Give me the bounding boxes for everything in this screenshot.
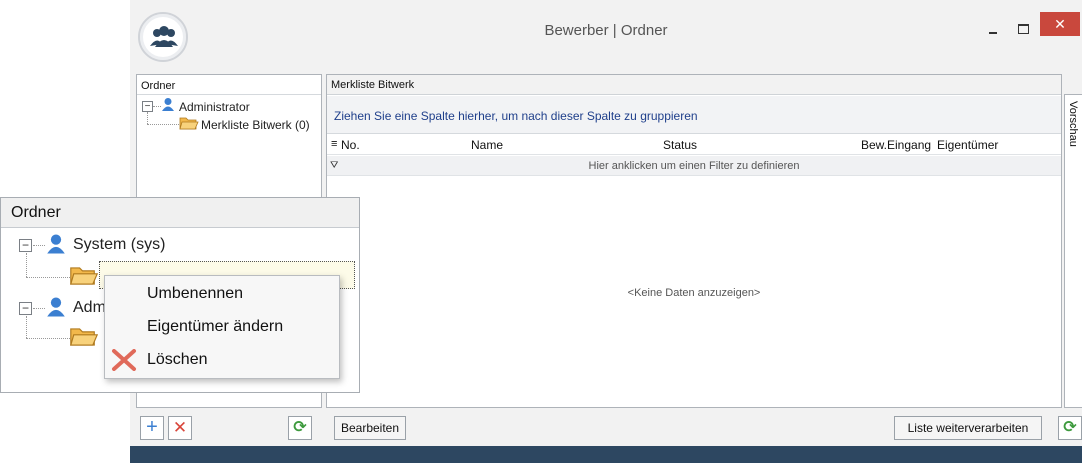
grid-title: Merkliste Bitwerk <box>327 75 1061 95</box>
tree-node-administrator[interactable]: Administrator <box>179 100 250 114</box>
preview-tab[interactable]: Vorschau <box>1064 94 1082 408</box>
user-icon <box>162 98 174 111</box>
tree-connector <box>147 124 179 125</box>
expander-toggle[interactable]: − <box>19 302 32 315</box>
column-header-name[interactable]: Name <box>471 138 503 152</box>
preview-tab-label: Vorschau <box>1067 101 1079 147</box>
maximize-button[interactable] <box>1010 18 1036 38</box>
tree-connector <box>153 106 161 107</box>
context-menu: Umbenennen Eigentümer ändern Löschen <box>104 275 340 379</box>
menu-item-delete[interactable]: Löschen <box>105 345 339 375</box>
menu-item-change-owner[interactable]: Eigentümer ändern <box>105 312 339 342</box>
folder-open-icon <box>179 117 199 130</box>
row-menu-icon[interactable]: ≡ <box>331 138 337 150</box>
status-bar <box>130 446 1082 463</box>
folder-open-icon <box>70 328 99 346</box>
tree-node-system[interactable]: System (sys) <box>73 236 165 254</box>
menu-item-delete-label: Löschen <box>147 351 208 368</box>
expander-toggle[interactable]: − <box>19 239 32 252</box>
zoom-tree-header: Ordner <box>1 198 359 228</box>
tree-node-administrator[interactable]: Adm <box>73 299 106 317</box>
folder-panel-header: Ordner <box>137 75 321 95</box>
process-list-button[interactable]: Liste weiterverarbeiten <box>894 416 1042 440</box>
tree-connector <box>33 308 45 309</box>
delete-folder-button[interactable]: ✕ <box>168 416 192 440</box>
refresh-tree-button[interactable]: ⟳ <box>288 416 312 440</box>
delete-icon <box>112 349 136 371</box>
empty-message: <Keine Daten anzuzeigen> <box>627 287 761 299</box>
tree-connector <box>26 316 27 338</box>
edit-button[interactable]: Bearbeiten <box>334 416 406 440</box>
title-bar[interactable]: Bewerber | Ordner ✕ <box>130 0 1082 66</box>
tree-connector <box>26 338 70 339</box>
tree-connector <box>26 277 70 278</box>
tree-connector <box>147 112 148 124</box>
column-header-status[interactable]: Status <box>663 138 697 152</box>
column-header-eigentuemer[interactable]: Eigentümer <box>937 138 998 152</box>
user-icon <box>47 234 65 254</box>
column-header-row: ≡ No. Name Status Bew.Eingang Eigentümer <box>327 135 1061 155</box>
tree-connector <box>26 253 27 277</box>
column-header-bew-eingang[interactable]: Bew.Eingang <box>861 138 931 152</box>
expander-toggle[interactable]: − <box>142 101 153 112</box>
window-title: Bewerber | Ordner <box>544 22 668 39</box>
user-icon <box>47 297 65 317</box>
data-grid: Merkliste Bitwerk Ziehen Sie eine Spalte… <box>326 74 1062 408</box>
group-panel[interactable]: Ziehen Sie eine Spalte hierher, um nach … <box>327 96 1061 134</box>
filter-icon[interactable]: ⛛ <box>330 156 338 176</box>
filter-hint: Hier anklicken um einen Filter zu defini… <box>588 160 800 172</box>
menu-item-rename[interactable]: Umbenennen <box>105 279 339 309</box>
close-button[interactable]: ✕ <box>1040 12 1080 36</box>
folder-open-icon <box>70 267 99 285</box>
add-folder-button[interactable]: + <box>140 416 164 440</box>
tree-node-merkliste[interactable]: Merkliste Bitwerk (0) <box>201 118 310 132</box>
tree-connector <box>33 245 45 246</box>
minimize-button[interactable] <box>980 18 1006 38</box>
refresh-grid-button[interactable]: ⟳ <box>1058 416 1082 440</box>
filter-row[interactable]: ⛛ Hier anklicken um einen Filter zu defi… <box>327 156 1061 176</box>
column-header-no[interactable]: No. <box>341 138 360 152</box>
